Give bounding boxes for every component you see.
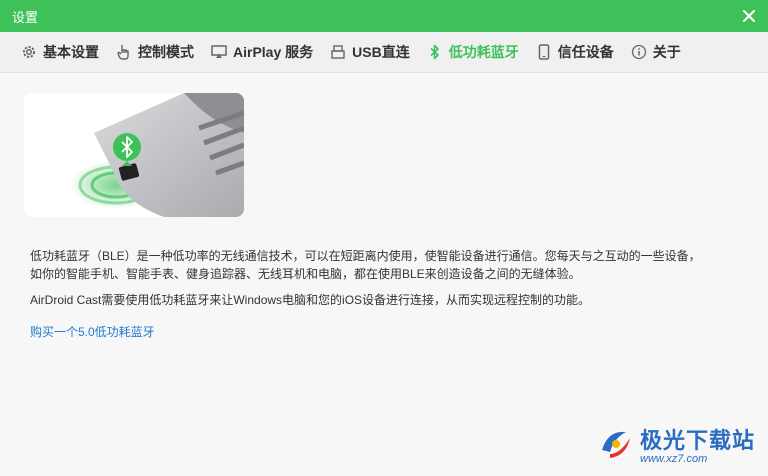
- tab-label: 低功耗蓝牙: [448, 44, 519, 60]
- info-icon: [630, 43, 648, 61]
- bluetooth-illustration: [24, 93, 244, 217]
- airdroid-description: AirDroid Cast需要使用低功耗蓝牙来让Windows电脑和您的iOS设…: [30, 293, 591, 307]
- tab-label: USB直连: [352, 44, 410, 60]
- settings-tabs: 基本设置 控制模式 AirPlay 服务 USB直连 低功耗蓝牙 信任设备 关于: [0, 32, 768, 72]
- tab-trusted-devices[interactable]: 信任设备: [527, 32, 622, 72]
- tab-label: AirPlay 服务: [233, 44, 314, 60]
- watermark-logo-icon: [602, 431, 630, 458]
- usb-icon: [329, 43, 347, 61]
- watermark: 极光下载站 www.xz7.com: [596, 418, 756, 470]
- tab-about[interactable]: 关于: [622, 32, 689, 72]
- tab-control-mode[interactable]: 控制模式: [107, 32, 202, 72]
- phone-icon: [535, 43, 553, 61]
- title-bar: 设置: [0, 0, 768, 32]
- airplay-icon: [210, 43, 228, 61]
- watermark-title: 极光下载站: [640, 428, 756, 453]
- buy-bluetooth-link[interactable]: 购买一个5.0低功耗蓝牙: [30, 323, 155, 340]
- tab-bluetooth-le[interactable]: 低功耗蓝牙: [418, 32, 527, 72]
- close-button[interactable]: [740, 7, 758, 25]
- tab-label: 控制模式: [138, 44, 194, 60]
- bluetooth-icon: [426, 43, 444, 61]
- tab-usb-direct[interactable]: USB直连: [321, 32, 418, 72]
- tab-label: 基本设置: [43, 44, 99, 60]
- bluetooth-panel: 低功耗蓝牙（BLE）是一种低功率的无线通信技术，可以在短距离内使用，使智能设备进…: [0, 72, 768, 476]
- hand-pointer-icon: [115, 43, 133, 61]
- watermark-url: www.xz7.com: [640, 453, 708, 465]
- close-icon: [743, 10, 755, 22]
- gear-icon: [20, 43, 38, 61]
- description-line-1: 低功耗蓝牙（BLE）是一种低功率的无线通信技术，可以在短距离内使用，使智能设备进…: [30, 249, 701, 263]
- tab-airplay[interactable]: AirPlay 服务: [202, 32, 321, 72]
- description-line-2: 如你的智能手机、智能手表、健身追踪器、无线耳机和电脑，都在使用BLE来创造设备之…: [30, 267, 581, 281]
- window-title: 设置: [12, 9, 39, 25]
- ble-description: 低功耗蓝牙（BLE）是一种低功率的无线通信技术，可以在短距离内使用，使智能设备进…: [30, 247, 730, 283]
- tab-label: 关于: [652, 44, 681, 60]
- tab-basic-settings[interactable]: 基本设置: [12, 32, 107, 72]
- tab-label: 信任设备: [557, 44, 614, 60]
